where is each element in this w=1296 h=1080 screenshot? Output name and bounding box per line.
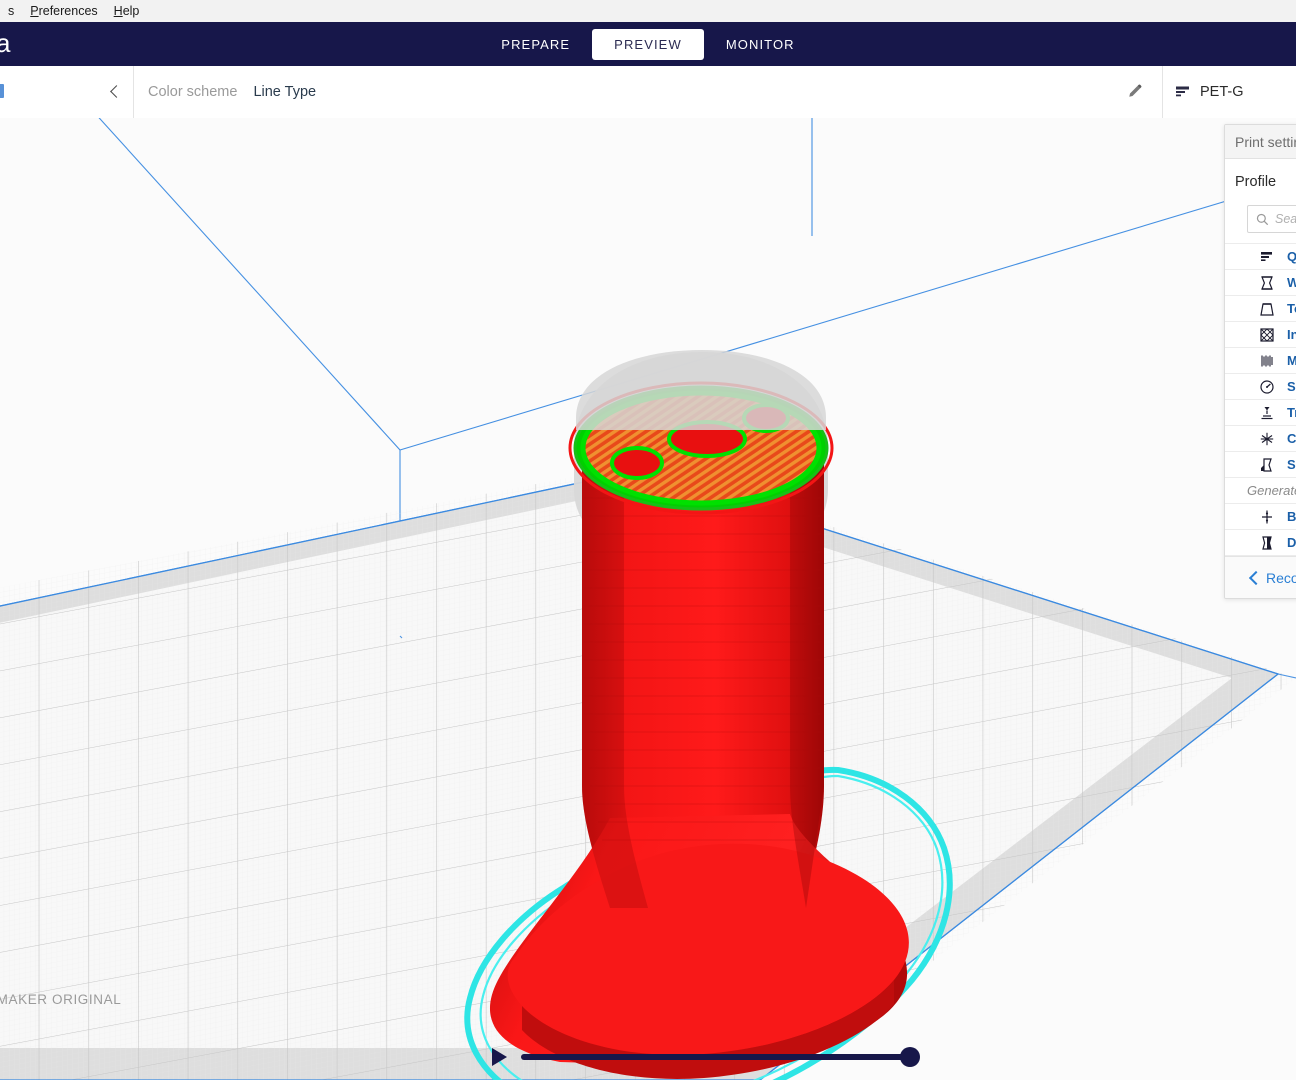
category-quality[interactable]: Quality: [1225, 244, 1296, 270]
category-infill[interactable]: Infill: [1225, 322, 1296, 348]
search-placeholder: Search...: [1275, 212, 1296, 226]
menu-item-preferences[interactable]: Preferences: [22, 0, 105, 22]
playback-slider-handle[interactable]: [900, 1047, 920, 1067]
category-build-plate-adhesion[interactable]: Build Plate Adhesion: [1225, 504, 1296, 530]
playback-slider-track[interactable]: [521, 1054, 917, 1060]
category-material[interactable]: Material: [1225, 348, 1296, 374]
search-icon: [1256, 213, 1269, 225]
infill-icon: [1260, 327, 1274, 342]
category-label: Infill: [1287, 327, 1296, 342]
chevron-left-icon: [1247, 572, 1259, 584]
settings-category-list: Quality Walls Top/Bottom Infill: [1225, 243, 1296, 556]
search-input[interactable]: Search...: [1247, 205, 1296, 233]
category-dual-extrusion[interactable]: Dual Extrusion: [1225, 530, 1296, 556]
profile-label: Profile: [1235, 174, 1277, 190]
tab-monitor[interactable]: MONITOR: [704, 29, 817, 60]
category-walls[interactable]: Walls: [1225, 270, 1296, 296]
print-settings-header: Print settings: [1225, 125, 1296, 159]
category-label: Dual Extrusion: [1287, 535, 1296, 550]
search-row: Search...: [1225, 205, 1296, 243]
category-label: Travel: [1287, 405, 1296, 420]
recommended-mode-button[interactable]: Recommended: [1225, 556, 1296, 598]
stage-tab-bar: PREPARE PREVIEW MONITOR: [0, 22, 1296, 66]
category-label: Support: [1287, 457, 1296, 472]
support-icon: [1261, 457, 1272, 472]
tab-preview[interactable]: PREVIEW: [592, 28, 704, 60]
play-icon[interactable]: [492, 1048, 507, 1066]
adhesion-icon: [1262, 510, 1272, 523]
category-label: Material: [1287, 353, 1296, 368]
quality-icon: [1261, 251, 1272, 261]
view-toolbar-row: Color scheme Line Type PET-G: [0, 66, 1296, 119]
separator-label: Generate: [1247, 483, 1296, 498]
category-label: Build Plate Adhesion: [1287, 509, 1296, 524]
color-scheme-value[interactable]: Line Type: [253, 84, 316, 100]
app-top-bar: a PREPARE PREVIEW MONITOR: [0, 22, 1296, 66]
section-separator-generate: Generate: [1225, 478, 1296, 504]
os-menu-bar: s Preferences Help: [0, 0, 1296, 23]
category-travel[interactable]: Travel: [1225, 400, 1296, 426]
category-label: Speed: [1287, 379, 1296, 394]
material-section[interactable]: PET-G: [1162, 66, 1296, 118]
left-edge-marker: [0, 84, 4, 98]
3d-scene: [0, 118, 1296, 1080]
build-plate-label: ULTIMAKER ORIGINAL: [0, 992, 122, 1007]
category-label: Cooling: [1287, 431, 1296, 446]
3d-viewport[interactable]: ULTIMAKER ORIGINAL: [0, 118, 1296, 1080]
layer-playback-bar: [0, 1038, 1296, 1078]
walls-icon: [1261, 275, 1273, 290]
color-scheme-label: Color scheme: [148, 84, 238, 100]
category-top-bottom[interactable]: Top/Bottom: [1225, 296, 1296, 322]
category-label: Quality: [1287, 249, 1296, 264]
cooling-icon: [1260, 432, 1274, 445]
dual-extrusion-icon: [1262, 535, 1272, 550]
category-cooling[interactable]: Cooling: [1225, 426, 1296, 452]
recommended-label: Recommended: [1266, 569, 1296, 586]
color-scheme-control[interactable]: Color scheme Line Type: [134, 66, 1162, 118]
menu-item-help[interactable]: Help: [106, 0, 148, 22]
category-label: Top/Bottom: [1287, 301, 1296, 316]
print-settings-panel: Print settings Profile Search... Quality: [1224, 124, 1296, 599]
layers-icon: [1176, 86, 1189, 97]
hole-left: [610, 446, 664, 480]
menu-item-extensions[interactable]: s: [0, 0, 22, 22]
material-icon: [1261, 355, 1273, 366]
category-speed[interactable]: Speed: [1225, 374, 1296, 400]
material-name: PET-G: [1200, 84, 1244, 100]
category-support[interactable]: Support: [1225, 452, 1296, 478]
chevron-left-icon[interactable]: [107, 85, 121, 99]
viewrow-left-section: [0, 66, 134, 118]
tab-prepare[interactable]: PREPARE: [479, 29, 592, 60]
top-bottom-icon: [1260, 302, 1274, 316]
travel-icon: [1261, 406, 1273, 419]
speed-icon: [1260, 379, 1274, 394]
pencil-icon[interactable]: [1124, 82, 1144, 102]
print-settings-title: Print settings: [1235, 133, 1296, 150]
category-label: Walls: [1287, 275, 1296, 290]
profile-row: Profile: [1225, 159, 1296, 205]
